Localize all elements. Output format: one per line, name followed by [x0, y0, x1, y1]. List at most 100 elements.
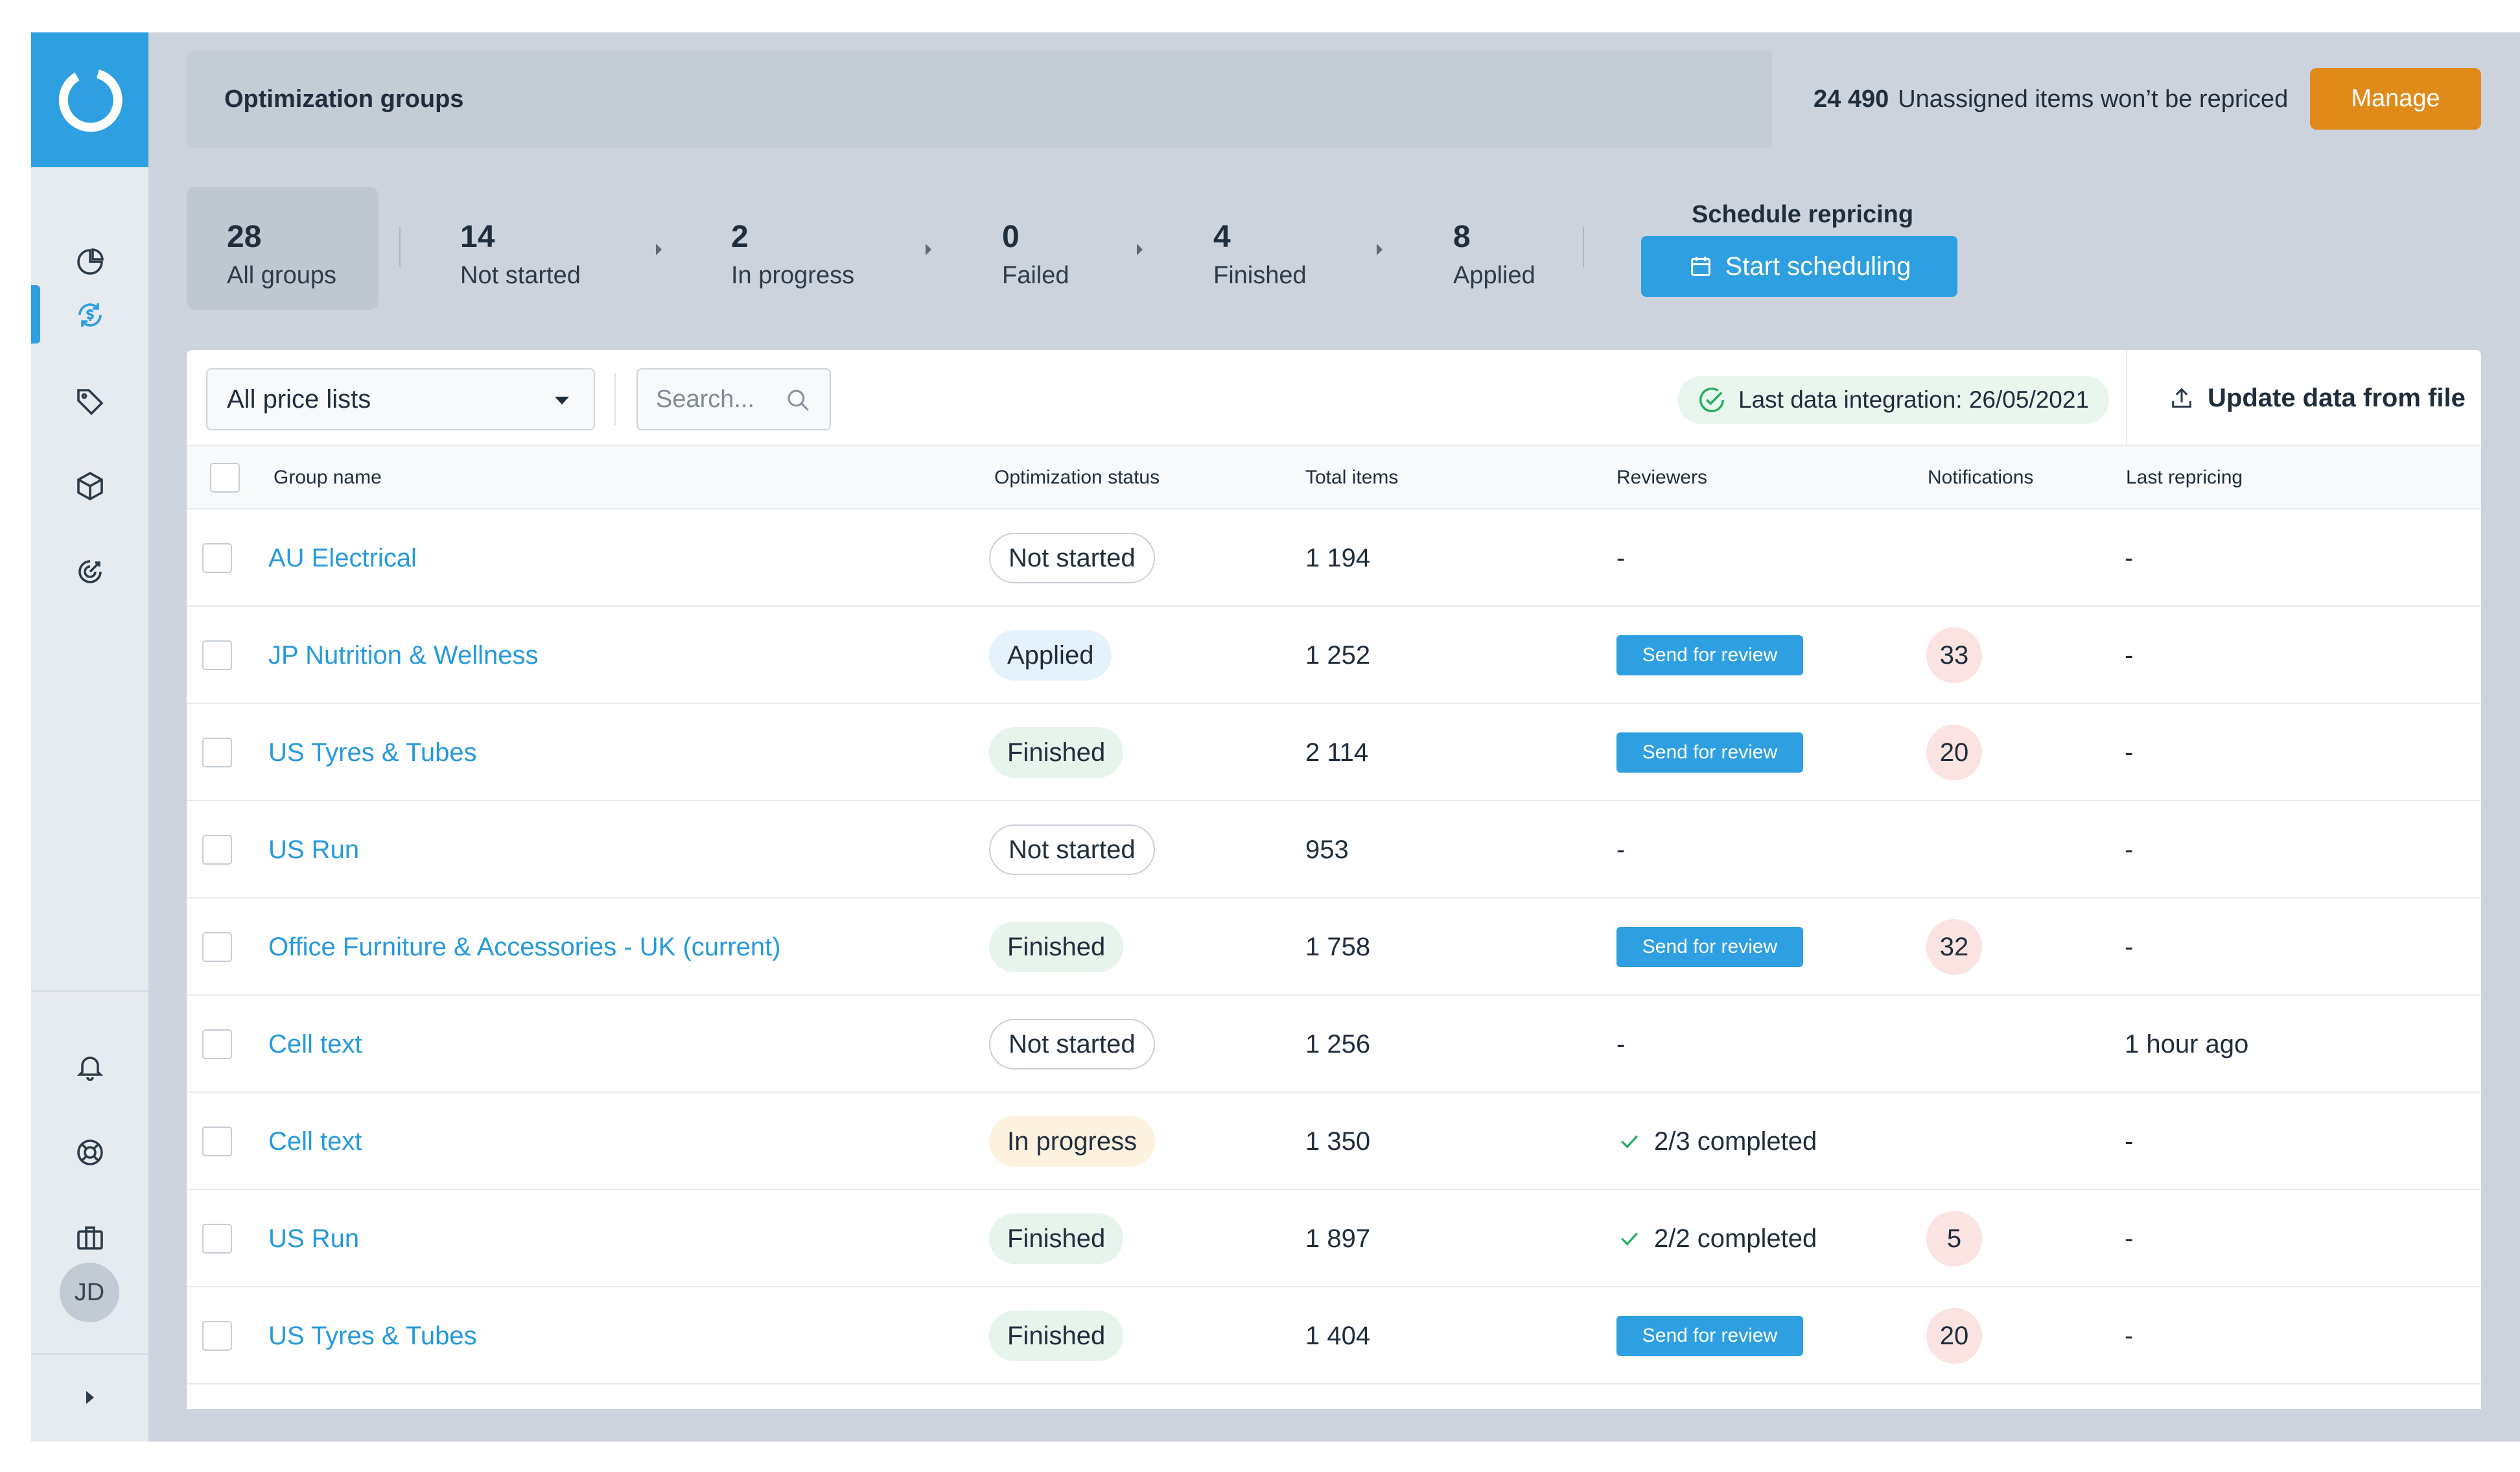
notification-count-badge[interactable]: 20: [1926, 725, 1982, 780]
stat-label: Failed: [1002, 262, 1069, 289]
group-name-link[interactable]: US Tyres & Tubes: [268, 704, 477, 801]
table-row[interactable]: US Run Finished 1 897 2/2 completed 5 -: [187, 1190, 2481, 1287]
last-repricing-value: -: [2125, 835, 2134, 864]
row-checkbox[interactable]: [202, 835, 232, 865]
stat-all-groups-highlight: [187, 187, 379, 310]
row-checkbox[interactable]: [202, 543, 232, 573]
group-name-link[interactable]: US Run: [268, 801, 359, 898]
tag-icon[interactable]: [31, 368, 148, 433]
avatar[interactable]: JD: [60, 1263, 119, 1322]
column-header-total-items[interactable]: Total items: [1305, 446, 1398, 509]
last-repricing-value: -: [2125, 932, 2134, 961]
table-row[interactable]: US Tyres & Tubes Finished 1 404 Send for re…: [187, 1287, 2481, 1384]
column-header-group-name[interactable]: Group name: [274, 446, 382, 509]
table-row[interactable]: AU Electrical Not started 1 194 - -: [187, 509, 2481, 607]
start-scheduling-label: Start scheduling: [1725, 251, 1911, 281]
stat-value: 0: [1002, 220, 1020, 254]
search-input[interactable]: [656, 382, 786, 416]
unassigned-count: 24 490: [1814, 86, 1889, 113]
table-row[interactable]: Cell text Not started 1 256 - 1 hour ago: [187, 996, 2481, 1093]
checkmark-icon: [1621, 1135, 1638, 1149]
bell-icon[interactable]: [31, 1034, 148, 1099]
logo-icon[interactable]: [31, 32, 148, 167]
toolbar-divider: [614, 373, 616, 425]
price-list-select[interactable]: All price lists: [206, 368, 595, 430]
row-checkbox[interactable]: [202, 1127, 232, 1156]
lifebuoy-icon[interactable]: [31, 1120, 148, 1185]
search-icon[interactable]: [784, 386, 811, 414]
table-row[interactable]: Office Furniture & Accessories - UK (cur…: [187, 898, 2481, 996]
stat-value: 4: [1213, 220, 1231, 254]
reviewers-value: -: [1616, 543, 1626, 572]
row-checkbox[interactable]: [202, 738, 232, 767]
review-progress: 2/3 completed: [1616, 1127, 1817, 1156]
column-header-notifications[interactable]: Notifications: [1928, 446, 2033, 509]
row-checkbox[interactable]: [202, 1029, 232, 1059]
column-header-reviewers[interactable]: Reviewers: [1616, 446, 1707, 509]
column-header-last-repricing[interactable]: Last repricing: [2126, 446, 2243, 509]
groups-table-card: All price lists Last data integration: 2…: [187, 350, 2481, 1409]
row-checkbox[interactable]: [202, 932, 232, 962]
sidebar-divider: [31, 990, 148, 992]
last-repricing-value: -: [2125, 640, 2134, 670]
stat-divider: [399, 227, 401, 267]
reviewers-cell: Send for review: [1616, 898, 1803, 996]
reviewers-value: -: [1616, 1029, 1626, 1058]
page-header: Optimization groups 24 490 Unassigned ite…: [187, 51, 2499, 148]
reviewers-cell: Send for review: [1616, 1287, 1803, 1384]
notification-count-badge[interactable]: 20: [1926, 1308, 1982, 1364]
manage-button[interactable]: Manage: [2310, 68, 2481, 130]
table-row[interactable]: Cell text In progress 1 350 2/3 completed -: [187, 1093, 2481, 1190]
page-title: Optimization groups: [224, 86, 464, 113]
group-name-link[interactable]: US Run: [268, 1190, 359, 1287]
notifications-cell: 32: [1926, 898, 1982, 996]
briefcase-icon[interactable]: [31, 1206, 148, 1270]
total-items-value: 953: [1305, 835, 1349, 864]
last-repricing-value: -: [2125, 1127, 2134, 1156]
notifications-cell: 20: [1926, 1287, 1982, 1384]
target-icon[interactable]: [31, 539, 148, 604]
status-badge: Not started: [989, 533, 1155, 583]
select-all-checkbox[interactable]: [210, 463, 240, 493]
cube-icon[interactable]: [31, 454, 148, 519]
row-checkbox[interactable]: [202, 1224, 232, 1254]
notifications-cell: 20: [1926, 704, 1982, 801]
send-for-review-button[interactable]: Send for review: [1616, 732, 1803, 773]
group-name-link[interactable]: Office Furniture & Accessories - UK (cur…: [268, 898, 781, 996]
notification-count-badge[interactable]: 33: [1926, 627, 1982, 683]
send-for-review-button[interactable]: Send for review: [1616, 635, 1803, 675]
group-name-link[interactable]: JP Nutrition & Wellness: [268, 607, 538, 704]
table-row[interactable]: US Run Not started 953 - -: [187, 801, 2481, 898]
stat-value: 14: [460, 220, 495, 254]
app-frame: JD Optimization groups 24 490 Unassigned …: [31, 32, 2520, 1442]
reviewers-value: -: [1616, 835, 1626, 864]
avatar-initials: JD: [74, 1278, 105, 1306]
start-scheduling-button[interactable]: Start scheduling: [1641, 236, 1957, 297]
reviewers-cell: -: [1616, 801, 1625, 898]
integration-text: Last data integration: 26/05/2021: [1738, 386, 2090, 413]
group-name-link[interactable]: US Tyres & Tubes: [268, 1287, 477, 1384]
integration-status-badge: Last data integration: 26/05/2021: [1677, 376, 2109, 424]
status-badge: In progress: [989, 1116, 1156, 1167]
notification-count-badge[interactable]: 5: [1926, 1211, 1982, 1267]
table-toolbar: All price lists Last data integration: 2…: [187, 350, 2481, 446]
calendar-icon: [1690, 257, 1710, 276]
send-for-review-button[interactable]: Send for review: [1616, 1316, 1803, 1356]
send-for-review-button[interactable]: Send for review: [1616, 927, 1803, 967]
group-name-link[interactable]: Cell text: [268, 996, 362, 1093]
table-row[interactable]: US Tyres & Tubes Finished 2 114 Send for re…: [187, 704, 2481, 801]
notifications-cell: 5: [1926, 1190, 1982, 1287]
notification-count-badge[interactable]: 32: [1926, 919, 1982, 975]
reviewers-cell: -: [1616, 996, 1625, 1093]
row-checkbox[interactable]: [202, 1321, 232, 1351]
table-row[interactable]: JP Nutrition & Wellness Applied 1 252 Send …: [187, 607, 2481, 704]
expand-arrow-icon[interactable]: [31, 1365, 148, 1430]
search-box[interactable]: [636, 368, 831, 430]
table-header: Group name Optimization status Total ite…: [187, 446, 2481, 509]
column-header-status[interactable]: Optimization status: [994, 446, 1160, 509]
group-name-link[interactable]: Cell text: [268, 1093, 362, 1190]
update-data-button[interactable]: Update data from file: [2169, 350, 2466, 446]
dollar-refresh-icon[interactable]: [31, 283, 148, 347]
group-name-link[interactable]: AU Electrical: [268, 509, 417, 607]
row-checkbox[interactable]: [202, 640, 232, 670]
